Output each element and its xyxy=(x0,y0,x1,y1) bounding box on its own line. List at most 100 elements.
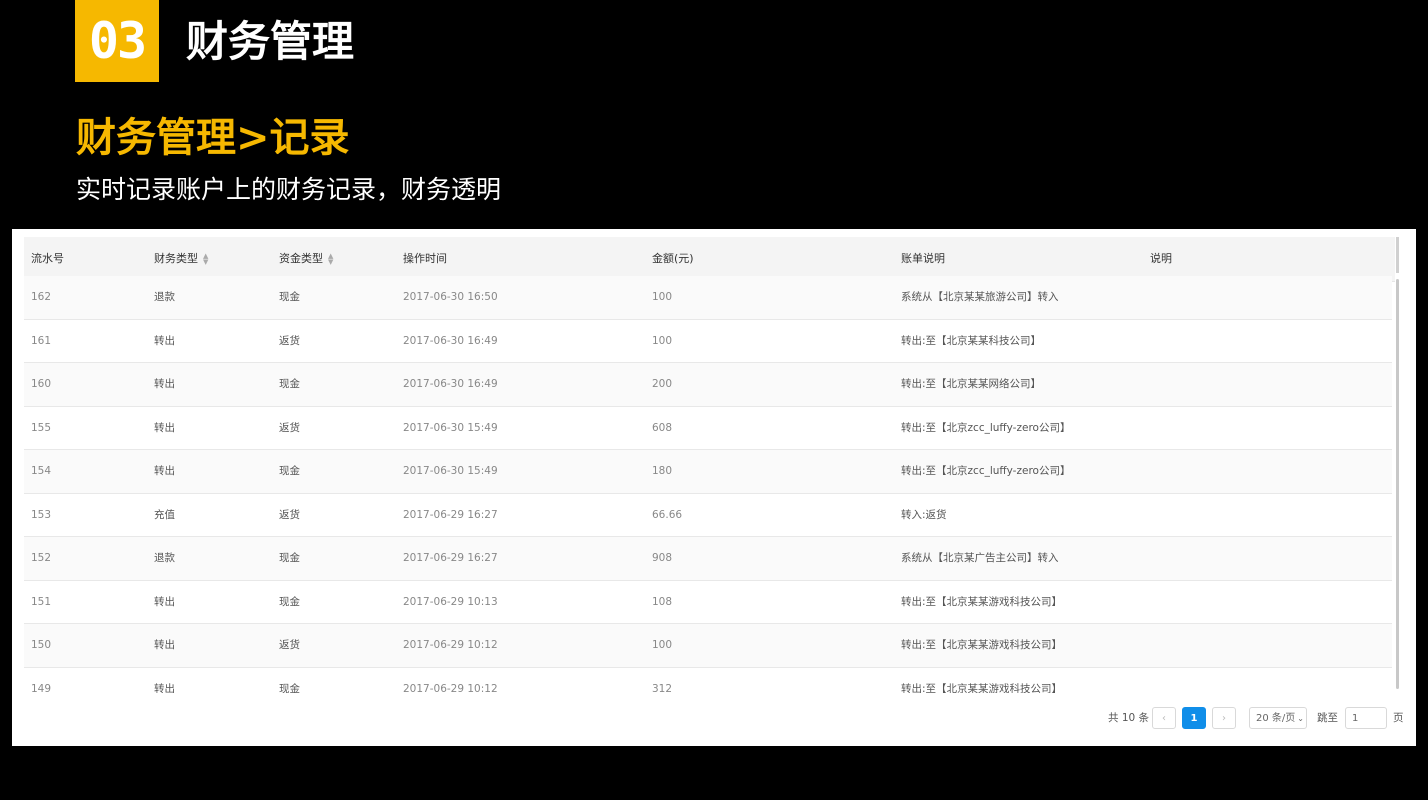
cell-finance-type: 转出 xyxy=(154,465,175,477)
cell-bill-description: 系统从【北京某某旅游公司】转入 xyxy=(901,291,1059,303)
cell-operation-time: 2017-06-29 10:12 xyxy=(403,639,498,651)
column-label: 资金类型 xyxy=(279,252,323,265)
table-row[interactable]: 149 转出 现金 2017-06-29 10:12 312 转出:至【北京某某游戏科技公… xyxy=(24,667,1392,694)
page-description: 实时记录账户上的财务记录，财务透明 xyxy=(76,175,502,204)
cell-serial-number: 160 xyxy=(31,378,52,390)
cell-fund-type: 现金 xyxy=(279,378,300,390)
cell-operation-time: 2017-06-29 10:12 xyxy=(403,682,498,694)
cell-operation-time: 2017-06-30 15:49 xyxy=(403,465,498,477)
cell-serial-number: 151 xyxy=(31,595,52,608)
cell-serial-number: 150 xyxy=(31,639,52,651)
jump-label: 跳至 xyxy=(1317,712,1338,724)
cell-amount: 66.66 xyxy=(652,508,683,521)
cell-bill-description: 转出:至【北京某某游戏科技公司】 xyxy=(901,595,1063,608)
cell-operation-time: 2017-06-30 15:49 xyxy=(403,421,498,434)
page-number-button[interactable]: 1 xyxy=(1182,707,1206,729)
column-amount: 金额(元) xyxy=(652,252,694,265)
cell-amount: 180 xyxy=(652,465,673,477)
cell-finance-type: 转出 xyxy=(154,682,175,694)
cell-bill-description: 转出:至【北京某某游戏科技公司】 xyxy=(901,682,1063,694)
cell-fund-type: 现金 xyxy=(279,595,300,608)
cell-operation-time: 2017-06-29 16:27 xyxy=(403,552,498,564)
sort-icon[interactable]: ▲ ▼ xyxy=(203,253,208,266)
cell-finance-type: 退款 xyxy=(154,552,175,564)
table-row[interactable]: 153 充值 返货 2017-06-29 16:27 66.66 转入:返货 xyxy=(24,493,1392,537)
page-suffix-label: 页 xyxy=(1393,712,1404,724)
cell-operation-time: 2017-06-30 16:49 xyxy=(403,378,498,390)
section-number-badge: 03 xyxy=(75,0,159,82)
cell-amount: 100 xyxy=(652,334,673,347)
chevron-down-icon: ⌄ xyxy=(1297,714,1304,723)
next-page-button[interactable]: › xyxy=(1212,707,1236,729)
cell-serial-number: 154 xyxy=(31,465,52,477)
scrollbar-header-segment xyxy=(1396,237,1399,273)
chevron-left-icon: ‹ xyxy=(1162,713,1166,724)
cell-bill-description: 系统从【北京某广告主公司】转入 xyxy=(901,552,1059,564)
cell-serial-number: 155 xyxy=(31,421,52,434)
column-fund-type[interactable]: 资金类型 ▲ ▼ xyxy=(279,237,333,281)
column-bill-description: 账单说明 xyxy=(901,252,945,265)
cell-amount: 312 xyxy=(652,682,673,694)
cell-amount: 200 xyxy=(652,378,673,390)
cell-finance-type: 转出 xyxy=(154,595,175,608)
cell-bill-description: 转入:返货 xyxy=(901,508,947,521)
cell-operation-time: 2017-06-30 16:50 xyxy=(403,291,498,303)
table-row[interactable]: 160 转出 现金 2017-06-30 16:49 200 转出:至【北京某某网络公司】 xyxy=(24,363,1392,407)
cell-operation-time: 2017-06-29 10:13 xyxy=(403,595,498,608)
cell-fund-type: 返货 xyxy=(279,508,300,521)
vertical-scrollbar[interactable] xyxy=(1396,279,1399,689)
cell-serial-number: 161 xyxy=(31,334,52,347)
cell-fund-type: 返货 xyxy=(279,421,300,434)
table-row[interactable]: 161 转出 返货 2017-06-30 16:49 100 转出:至【北京某某科技公司】 xyxy=(24,319,1392,363)
cell-bill-description: 转出:至【北京zcc_luffy-zero公司】 xyxy=(901,421,1071,434)
table-row[interactable]: 155 转出 返货 2017-06-30 15:49 608 转出:至【北京zcc_luf… xyxy=(24,406,1392,450)
cell-finance-type: 转出 xyxy=(154,421,175,434)
page-size-select[interactable]: 20 条/页 ⌄ xyxy=(1249,707,1307,729)
table-body: 162 退款 现金 2017-06-30 16:50 100 系统从【北京某某旅游公司】转… xyxy=(24,276,1392,693)
sort-icon[interactable]: ▲ ▼ xyxy=(328,253,333,266)
cell-fund-type: 现金 xyxy=(279,465,300,477)
cell-finance-type: 充值 xyxy=(154,508,175,521)
cell-finance-type: 转出 xyxy=(154,334,175,347)
cell-serial-number: 162 xyxy=(31,291,52,303)
cell-serial-number: 153 xyxy=(31,508,52,521)
cell-finance-type: 退款 xyxy=(154,291,175,303)
column-remark: 说明 xyxy=(1150,252,1172,265)
column-label: 财务类型 xyxy=(154,252,198,265)
table-row[interactable]: 151 转出 现金 2017-06-29 10:13 108 转出:至【北京某某游戏科技公… xyxy=(24,580,1392,624)
cell-fund-type: 返货 xyxy=(279,639,300,651)
cell-operation-time: 2017-06-30 16:49 xyxy=(403,334,498,347)
page-subtitle: 财务管理>记录 xyxy=(76,115,350,161)
cell-fund-type: 现金 xyxy=(279,682,300,694)
cell-bill-description: 转出:至【北京某某网络公司】 xyxy=(901,378,1042,390)
cell-operation-time: 2017-06-29 16:27 xyxy=(403,508,498,521)
cell-fund-type: 现金 xyxy=(279,552,300,564)
cell-bill-description: 转出:至【北京zcc_luffy-zero公司】 xyxy=(901,465,1071,477)
cell-amount: 608 xyxy=(652,421,673,434)
table-row[interactable]: 162 退款 现金 2017-06-30 16:50 100 系统从【北京某某旅游公司】转… xyxy=(24,276,1392,320)
page-size-value: 20 条/页 xyxy=(1256,713,1296,724)
cell-amount: 108 xyxy=(652,595,673,608)
table-row[interactable]: 152 退款 现金 2017-06-29 16:27 908 系统从【北京某广告主公司】转… xyxy=(24,537,1392,581)
chevron-right-icon: › xyxy=(1222,713,1226,724)
jump-page-input[interactable]: 1 xyxy=(1345,707,1387,729)
cell-serial-number: 149 xyxy=(31,682,52,694)
table-row[interactable]: 154 转出 现金 2017-06-30 15:49 180 转出:至【北京zcc_luf… xyxy=(24,450,1392,494)
section-title: 财务管理 xyxy=(186,17,355,66)
cell-fund-type: 现金 xyxy=(279,291,300,303)
cell-fund-type: 返货 xyxy=(279,334,300,347)
prev-page-button[interactable]: ‹ xyxy=(1152,707,1176,729)
cell-amount: 100 xyxy=(652,291,673,303)
total-count: 共 10 条 xyxy=(1108,712,1150,724)
column-serial-number: 流水号 xyxy=(31,252,64,265)
cell-serial-number: 152 xyxy=(31,552,52,564)
cell-bill-description: 转出:至【北京某某游戏科技公司】 xyxy=(901,639,1063,651)
cell-bill-description: 转出:至【北京某某科技公司】 xyxy=(901,334,1042,347)
cell-finance-type: 转出 xyxy=(154,378,175,390)
column-finance-type[interactable]: 财务类型 ▲ ▼ xyxy=(154,237,208,281)
cell-amount: 908 xyxy=(652,552,673,564)
finance-records-panel: 流水号 财务类型 ▲ ▼ 资金类型 ▲ ▼ 操作时间 金额(元) 账单说明 说明 162… xyxy=(12,229,1416,746)
cell-amount: 100 xyxy=(652,639,673,651)
table-row[interactable]: 150 转出 返货 2017-06-29 10:12 100 转出:至【北京某某游戏科技公… xyxy=(24,624,1392,668)
cell-finance-type: 转出 xyxy=(154,639,175,651)
